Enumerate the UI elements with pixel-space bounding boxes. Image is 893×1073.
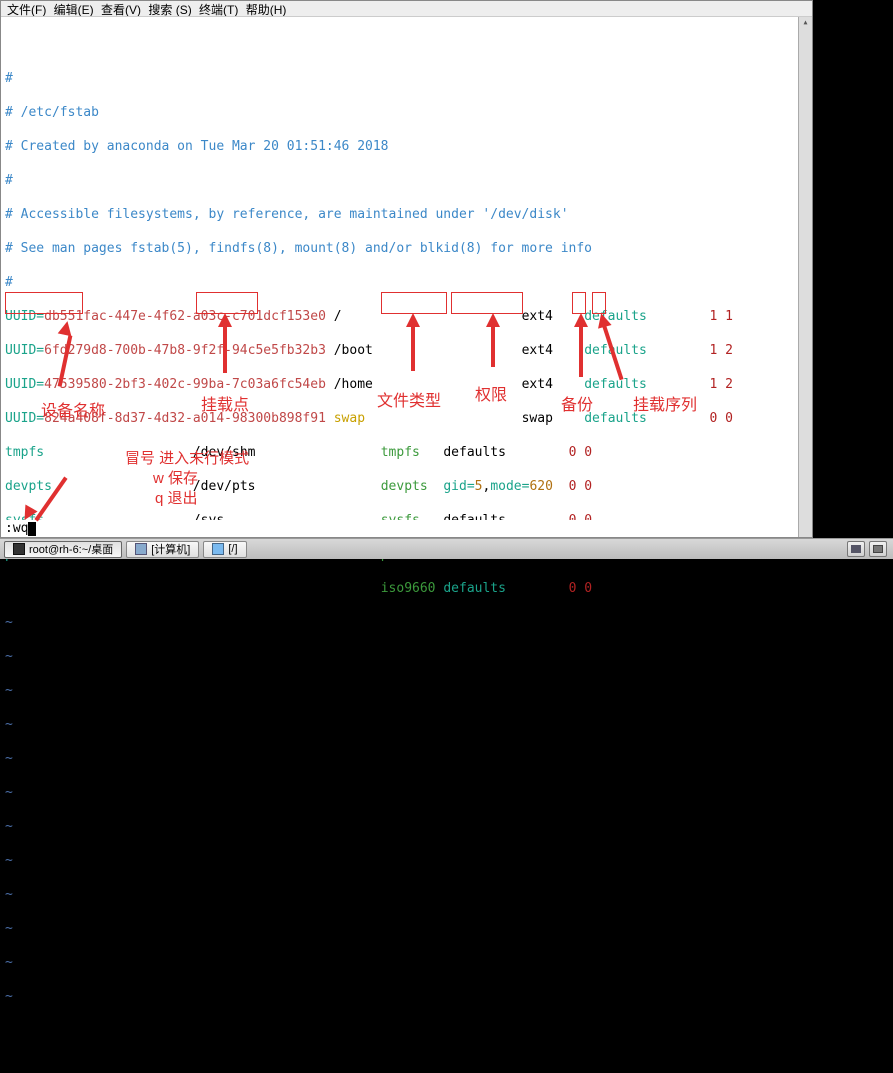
tray-button[interactable] bbox=[847, 541, 865, 557]
tray-button[interactable] bbox=[869, 541, 887, 557]
fstab-row: devpts /dev/pts devpts gid=5,mode=620 0 … bbox=[5, 478, 808, 495]
menu-terminal[interactable]: 终端(T) bbox=[199, 3, 238, 17]
menu-search[interactable]: 搜索 (S) bbox=[148, 3, 191, 17]
tray-icon bbox=[851, 545, 861, 553]
tilde-line: ~ bbox=[5, 988, 808, 1005]
comment-line: # Created by anaconda on Tue Mar 20 01:5… bbox=[5, 138, 808, 155]
menubar: 文件(F) 编辑(E) 查看(V) 搜索 (S) 终端(T) 帮助(H) bbox=[1, 1, 812, 17]
fstab-row: UUID=47539580-2bf3-402c-99ba-7c03a6fc54e… bbox=[5, 376, 808, 393]
taskbar-app-terminal[interactable]: root@rh-6:~/桌面 bbox=[4, 541, 122, 558]
comment-line: # Accessible filesystems, by reference, … bbox=[5, 206, 808, 223]
system-tray bbox=[847, 541, 893, 557]
tilde-line: ~ bbox=[5, 920, 808, 937]
tilde-line: ~ bbox=[5, 750, 808, 767]
fstab-row: tmpfs /dev/shm tmpfs defaults 0 0 bbox=[5, 444, 808, 461]
taskbar: root@rh-6:~/桌面 [计算机] [/] bbox=[0, 538, 893, 559]
tilde-line: ~ bbox=[5, 818, 808, 835]
tilde-line: ~ bbox=[5, 682, 808, 699]
tilde-line: ~ bbox=[5, 886, 808, 903]
comment-line: # See man pages fstab(5), findfs(8), mou… bbox=[5, 240, 808, 257]
tilde-line: ~ bbox=[5, 954, 808, 971]
computer-icon bbox=[135, 543, 147, 555]
terminal-icon bbox=[13, 543, 25, 555]
tilde-line: ~ bbox=[5, 648, 808, 665]
tilde-line: ~ bbox=[5, 716, 808, 733]
right-black-panel bbox=[813, 0, 893, 538]
menu-edit[interactable]: 编辑(E) bbox=[54, 3, 94, 17]
tray-icon bbox=[873, 545, 883, 553]
tilde-line: ~ bbox=[5, 852, 808, 869]
comment-line: # bbox=[5, 70, 808, 87]
fstab-row: UUID=824a408f-8d37-4d32-a014-98300b898f9… bbox=[5, 410, 808, 427]
taskbar-app-computer[interactable]: [计算机] bbox=[126, 541, 199, 558]
cursor-icon bbox=[28, 522, 36, 536]
fstab-row: /dev/sr0 /media iso9660 defaults 0 0 bbox=[5, 580, 808, 597]
terminal-window: 文件(F) 编辑(E) 查看(V) 搜索 (S) 终端(T) 帮助(H) # #… bbox=[0, 0, 813, 538]
fstab-row: UUID=db551fac-447e-4f62-a03c-c701dcf153e… bbox=[5, 308, 808, 325]
tilde-line: ~ bbox=[5, 784, 808, 801]
tilde-line: ~ bbox=[5, 614, 808, 631]
terminal-body[interactable]: # # /etc/fstab # Created by anaconda on … bbox=[1, 17, 812, 537]
scrollbar[interactable] bbox=[798, 17, 812, 537]
blank-line bbox=[5, 36, 808, 53]
comment-line: # bbox=[5, 172, 808, 189]
comment-line: # bbox=[5, 274, 808, 291]
fstab-row: UUID=6fd279d8-700b-47b8-9f2f-94c5e5fb32b… bbox=[5, 342, 808, 359]
vim-cmdline[interactable]: :wq bbox=[1, 520, 812, 537]
taskbar-app-files[interactable]: [/] bbox=[203, 541, 246, 558]
menu-view[interactable]: 查看(V) bbox=[101, 3, 141, 17]
folder-icon bbox=[212, 543, 224, 555]
menu-file[interactable]: 文件(F) bbox=[7, 3, 46, 17]
menu-help[interactable]: 帮助(H) bbox=[246, 3, 287, 17]
comment-line: # /etc/fstab bbox=[5, 104, 808, 121]
